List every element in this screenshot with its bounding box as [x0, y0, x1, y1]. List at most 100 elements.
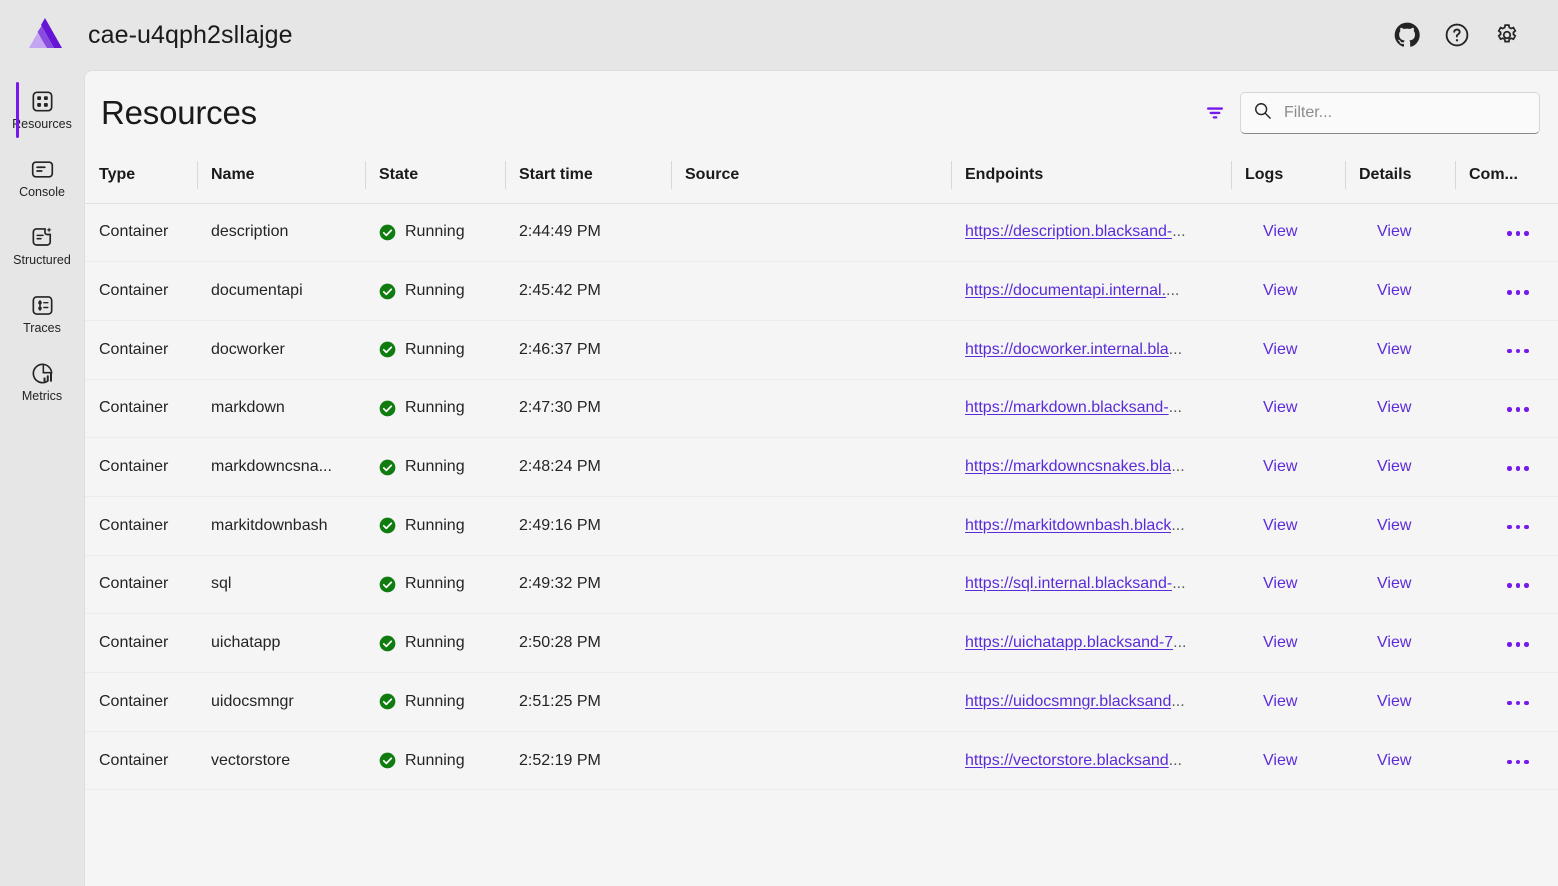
cell-details: View: [1345, 261, 1455, 321]
cell-start-time: 2:51:25 PM: [505, 672, 671, 732]
column-header-commands[interactable]: Com...: [1455, 147, 1558, 204]
more-actions-icon[interactable]: [1499, 284, 1537, 301]
logs-view-link[interactable]: View: [1263, 341, 1297, 358]
more-actions-icon[interactable]: [1499, 754, 1537, 771]
cell-start-time: 2:49:16 PM: [505, 496, 671, 556]
cell-commands: [1455, 203, 1558, 263]
details-view-link[interactable]: View: [1377, 458, 1411, 475]
cell-source: [671, 672, 951, 732]
details-view-link[interactable]: View: [1377, 634, 1411, 651]
sidebar-item-label: Traces: [23, 321, 61, 335]
cell-source: [671, 379, 951, 439]
endpoint-link[interactable]: https://vectorstore.blacksand: [965, 752, 1169, 770]
details-view-link[interactable]: View: [1377, 223, 1411, 240]
column-header-logs[interactable]: Logs: [1231, 147, 1345, 204]
github-icon[interactable]: [1390, 18, 1424, 52]
cell-start-time: 2:44:49 PM: [505, 203, 671, 263]
details-view-link[interactable]: View: [1377, 752, 1411, 769]
cell-start-time: 2:50:28 PM: [505, 613, 671, 673]
more-actions-icon[interactable]: [1499, 460, 1537, 477]
more-actions-icon[interactable]: [1499, 577, 1537, 594]
search-box[interactable]: [1240, 92, 1540, 134]
details-view-link[interactable]: View: [1377, 282, 1411, 299]
table-row[interactable]: Container uidocsmngr Running 2:51:25 PM http…: [85, 672, 1558, 732]
table-row[interactable]: Container vectorstore Running 2:52:19 PM htt…: [85, 731, 1558, 791]
column-header-details[interactable]: Details: [1345, 147, 1455, 204]
app-header: cae-u4qph2sllajge: [0, 0, 1558, 70]
sidebar-item-structured[interactable]: Structured: [0, 212, 84, 280]
cell-name: documentapi: [197, 261, 365, 321]
endpoint-link[interactable]: https://description.blacksand-: [965, 223, 1172, 241]
status-badge-label: Running: [405, 692, 465, 710]
sidebar-item-metrics[interactable]: Metrics: [0, 348, 84, 416]
endpoint-link[interactable]: https://markdown.blacksand-: [965, 399, 1169, 417]
more-actions-icon[interactable]: [1499, 225, 1537, 242]
more-actions-icon[interactable]: [1499, 695, 1537, 712]
details-view-link[interactable]: View: [1377, 517, 1411, 534]
endpoint-link[interactable]: https://docworker.internal.bla: [965, 341, 1169, 359]
cell-state: Running: [365, 261, 505, 321]
details-view-link[interactable]: View: [1377, 575, 1411, 592]
column-header-start-time[interactable]: Start time: [505, 147, 671, 204]
endpoint-link[interactable]: https://sql.internal.blacksand-: [965, 575, 1172, 593]
table-row[interactable]: Container description Running 2:44:49 PM htt…: [85, 203, 1558, 263]
table-row[interactable]: Container markdowncsna... Running 2:48:24 P…: [85, 437, 1558, 497]
details-view-link[interactable]: View: [1377, 341, 1411, 358]
cell-source: [671, 613, 951, 673]
table-row[interactable]: Container documentapi Running 2:45:42 PM htt…: [85, 261, 1558, 321]
logs-view-link[interactable]: View: [1263, 223, 1297, 240]
filter-icon[interactable]: [1200, 98, 1230, 128]
cell-state: Running: [365, 320, 505, 380]
search-input[interactable]: [1284, 104, 1527, 122]
column-header-source[interactable]: Source: [671, 147, 951, 204]
endpoint-link[interactable]: https://markdowncsnakes.bla: [965, 458, 1171, 476]
more-actions-icon[interactable]: [1499, 401, 1537, 418]
endpoint-link[interactable]: https://uichatapp.blacksand-7: [965, 634, 1173, 652]
column-header-type[interactable]: Type: [85, 147, 197, 204]
table-row[interactable]: Container markdown Running 2:47:30 PM https:…: [85, 379, 1558, 439]
sidebar-item-console[interactable]: Console: [0, 144, 84, 212]
gear-icon[interactable]: [1490, 18, 1524, 52]
cell-logs: View: [1231, 555, 1345, 615]
sidebar-item-traces[interactable]: Traces: [0, 280, 84, 348]
more-actions-icon[interactable]: [1499, 636, 1537, 653]
resources-table-wrapper: Type Name State Start time Source Endpoi…: [85, 147, 1558, 886]
logs-view-link[interactable]: View: [1263, 458, 1297, 475]
endpoint-truncation: ...: [1172, 223, 1186, 241]
logs-view-link[interactable]: View: [1263, 517, 1297, 534]
details-view-link[interactable]: View: [1377, 399, 1411, 416]
logs-view-link[interactable]: View: [1263, 575, 1297, 592]
table-row[interactable]: Container docworker Running 2:46:37 PM https…: [85, 320, 1558, 380]
column-header-endpoints[interactable]: Endpoints: [951, 147, 1231, 204]
help-icon[interactable]: [1440, 18, 1474, 52]
more-actions-icon[interactable]: [1499, 519, 1537, 536]
logs-view-link[interactable]: View: [1263, 634, 1297, 651]
endpoint-link[interactable]: https://uidocsmngr.blacksand: [965, 693, 1171, 711]
table-row[interactable]: Container sql Running 2:49:32 PM https://sql…: [85, 555, 1558, 615]
logs-view-link[interactable]: View: [1263, 399, 1297, 416]
endpoint-link[interactable]: https://documentapi.internal.: [965, 282, 1166, 300]
cell-endpoints: https://markitdownbash.black...: [951, 496, 1231, 556]
logs-view-link[interactable]: View: [1263, 752, 1297, 769]
cell-commands: [1455, 437, 1558, 497]
cell-commands: [1455, 496, 1558, 556]
sidebar-item-resources[interactable]: Resources: [0, 76, 84, 144]
cell-endpoints: https://vectorstore.blacksand...: [951, 731, 1231, 791]
details-view-link[interactable]: View: [1377, 693, 1411, 710]
cell-state: Running: [365, 496, 505, 556]
table-row[interactable]: Container markitdownbash Running 2:49:16 PM…: [85, 496, 1558, 556]
column-header-name[interactable]: Name: [197, 147, 365, 204]
cell-name: description: [197, 203, 365, 263]
cell-logs: View: [1231, 379, 1345, 439]
status-badge-label: Running: [405, 516, 465, 534]
logs-view-link[interactable]: View: [1263, 282, 1297, 299]
cell-logs: View: [1231, 261, 1345, 321]
more-actions-icon[interactable]: [1499, 343, 1537, 360]
table-row[interactable]: Container uichatapp Running 2:50:28 PM https…: [85, 613, 1558, 673]
grid-apps-icon: [30, 88, 55, 114]
column-header-state[interactable]: State: [365, 147, 505, 204]
cell-commands: [1455, 731, 1558, 791]
page-header-tools: [1200, 92, 1542, 134]
endpoint-link[interactable]: https://markitdownbash.black: [965, 517, 1171, 535]
logs-view-link[interactable]: View: [1263, 693, 1297, 710]
